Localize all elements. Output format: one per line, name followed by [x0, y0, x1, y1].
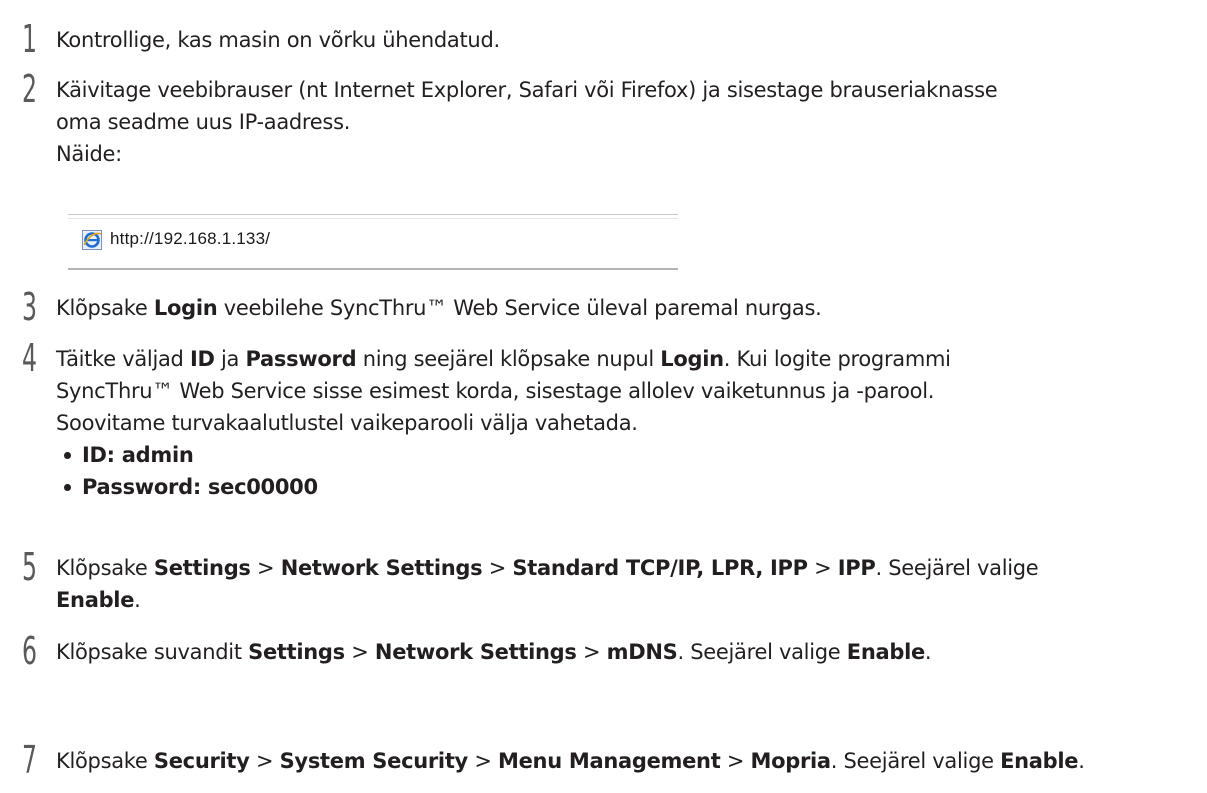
step-number: 6 [22, 629, 37, 673]
divider [68, 214, 678, 215]
list-item: Password: sec00000 [56, 471, 1197, 503]
step-line: Enable. [56, 588, 141, 612]
step-line: Klõpsake Login veebilehe SyncThru™ Web S… [56, 296, 822, 320]
internet-explorer-icon [82, 230, 102, 250]
step-line: Täitke väljad ID ja Password ning seejär… [56, 347, 951, 371]
step-line: Klõpsake Security > System Security > Me… [56, 749, 1085, 773]
step-number: 1 [22, 17, 37, 61]
divider [68, 268, 678, 270]
step-line: Klõpsake suvandit Settings > Network Set… [56, 640, 932, 664]
step-line: Näide: [56, 142, 122, 166]
step-line: Kontrollige, kas masin on võrku ühendatu… [56, 28, 500, 52]
step-line: Klõpsake Settings > Network Settings > S… [56, 556, 1039, 580]
step-line: Soovitame turvakaalutlustel vaikeparooli… [56, 411, 638, 435]
step-number: 7 [22, 738, 37, 782]
bullet-icon [64, 484, 71, 491]
step-text: Käivitage veebibrauser (nt Internet Expl… [56, 74, 1197, 170]
browser-address-bar: http://192.168.1.133/ [68, 210, 678, 270]
step-number: 2 [22, 67, 37, 111]
step-text: Kontrollige, kas masin on võrku ühendatu… [56, 24, 1197, 56]
bullet-icon [64, 452, 71, 459]
credentials-list: ID: admin Password: sec00000 [56, 439, 1197, 503]
divider [68, 218, 678, 219]
list-item: ID: admin [56, 439, 1197, 471]
step-number: 4 [22, 336, 37, 380]
step-text: Täitke väljad ID ja Password ning seejär… [56, 343, 1197, 503]
step-number: 5 [22, 545, 37, 589]
step-line: oma seadme uus IP-aadress. [56, 110, 351, 134]
step-line: SyncThru™ Web Service sisse esimest kord… [56, 379, 935, 403]
step-text: Klõpsake suvandit Settings > Network Set… [56, 636, 1197, 668]
step-text: Klõpsake Security > System Security > Me… [56, 745, 1197, 777]
step-number: 3 [22, 285, 37, 329]
step-text: Klõpsake Login veebilehe SyncThru™ Web S… [56, 292, 1197, 324]
step-text: Klõpsake Settings > Network Settings > S… [56, 552, 1197, 616]
url-text: http://192.168.1.133/ [110, 229, 271, 248]
step-line: Käivitage veebibrauser (nt Internet Expl… [56, 78, 998, 102]
